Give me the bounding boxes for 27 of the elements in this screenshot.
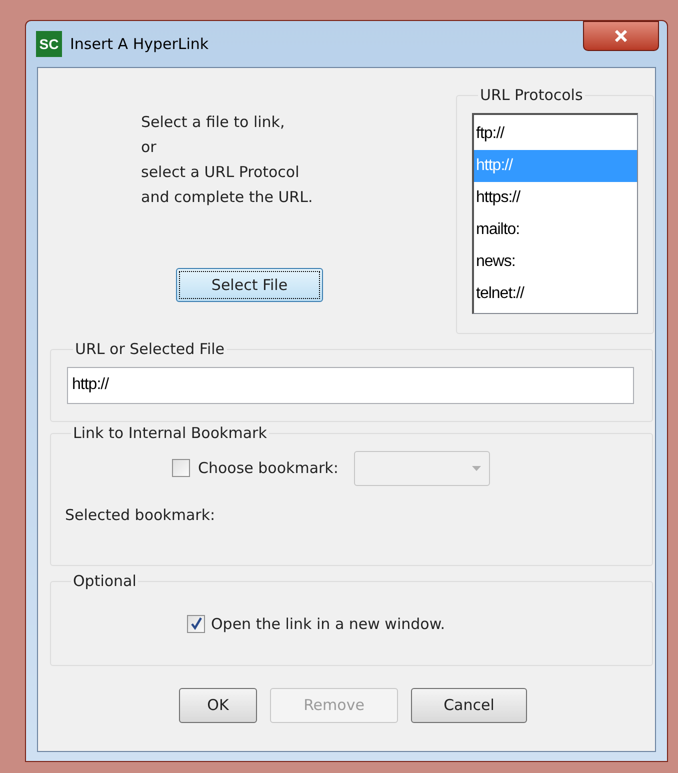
caret-icon bbox=[472, 466, 482, 470]
checkbox-label: Open the link in a new window. bbox=[211, 614, 445, 634]
window-title: Insert A HyperLink bbox=[70, 34, 209, 55]
group-title: URL Protocols bbox=[479, 85, 584, 106]
close-icon bbox=[614, 30, 628, 42]
group-title: Optional bbox=[72, 571, 138, 592]
instruction-text: or bbox=[141, 137, 158, 158]
close-button[interactable] bbox=[583, 21, 659, 51]
protocol-item[interactable]: telnet:// bbox=[474, 278, 637, 310]
instruction-text: Select a file to link, bbox=[141, 112, 286, 133]
app-icon: SC bbox=[36, 31, 62, 57]
protocol-item[interactable]: news: bbox=[474, 246, 637, 278]
select-file-button[interactable]: Select File bbox=[176, 268, 323, 302]
protocol-item[interactable]: mailto: bbox=[474, 214, 637, 246]
url-input[interactable]: http:// bbox=[67, 366, 634, 404]
protocol-item[interactable]: https:// bbox=[474, 182, 637, 214]
group-title: Link to Internal Bookmark bbox=[72, 423, 268, 444]
selected-bookmark-label: Selected bookmark: bbox=[65, 504, 216, 526]
dialog-button[interactable]: OK bbox=[179, 688, 257, 723]
checkbox[interactable] bbox=[187, 614, 205, 633]
checkbox-label: Choose bookmark: bbox=[198, 458, 338, 479]
protocol-item[interactable]: ftp:// bbox=[474, 118, 637, 150]
instruction-text: and complete the URL. bbox=[141, 187, 313, 208]
checkbox[interactable] bbox=[172, 459, 190, 477]
dialog-button[interactable]: Cancel bbox=[411, 688, 527, 723]
group-title: URL or Selected File bbox=[74, 339, 226, 360]
instruction-text: select a URL Protocol bbox=[141, 162, 300, 183]
